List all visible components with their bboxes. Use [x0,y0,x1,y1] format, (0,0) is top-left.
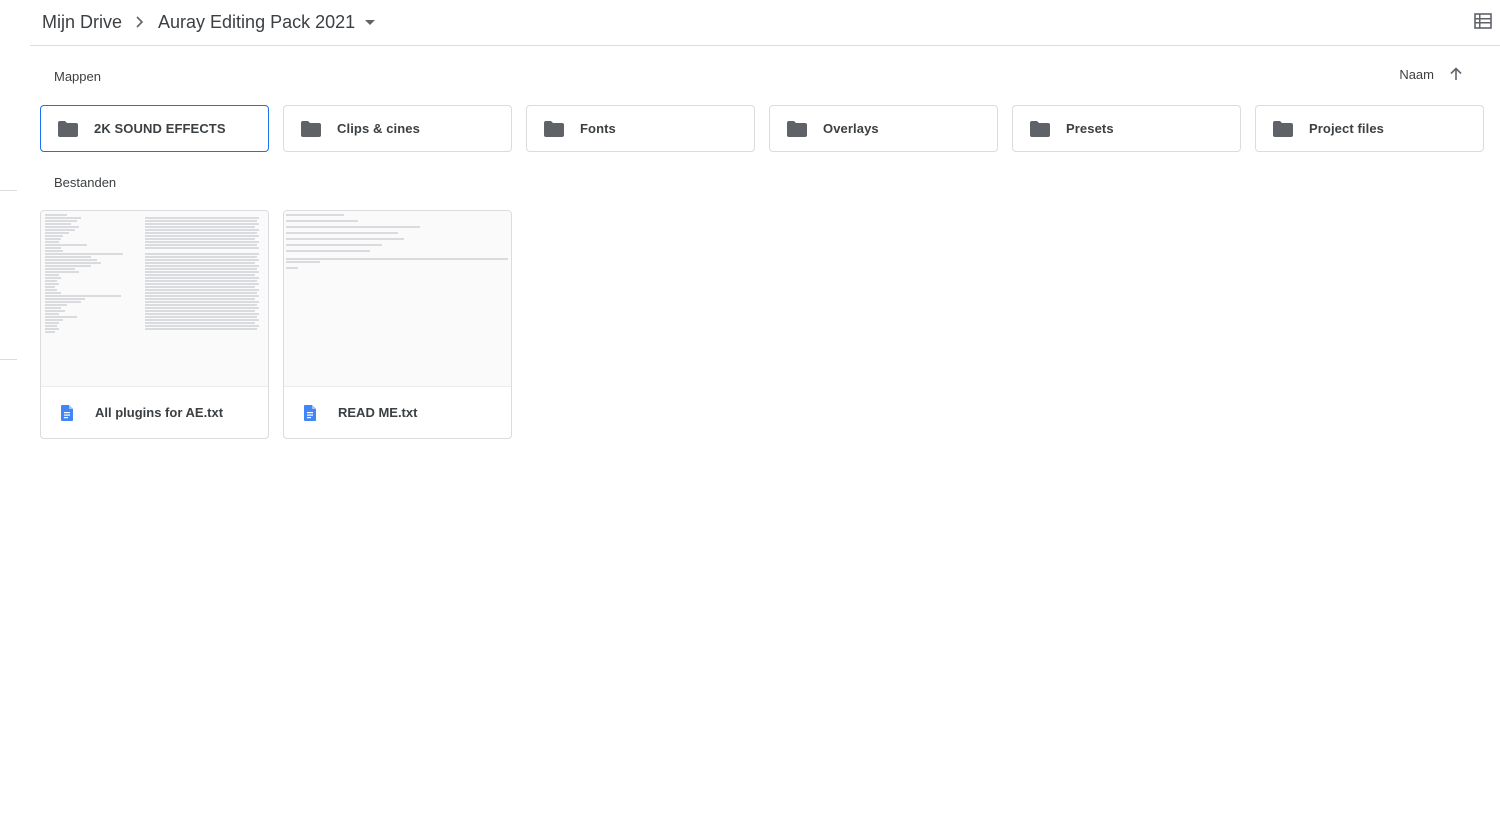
file-meta: READ ME.txt [284,387,511,438]
file-thumbnail [284,211,511,387]
folder-icon [544,120,564,137]
google-docs-icon [304,404,320,421]
left-divider-bottom [0,359,17,360]
file-card[interactable]: READ ME.txt [283,210,512,439]
caret-down-icon [365,19,376,25]
folder-name: Fonts [580,121,616,136]
arrow-up-icon[interactable] [1448,66,1464,82]
file-meta: All plugins for AE.txt [41,387,268,438]
folder-name: 2K SOUND EFFECTS [94,121,226,136]
left-divider-top [0,190,17,191]
file-name: READ ME.txt [338,405,418,420]
folders-section-title: Mappen [54,69,101,84]
file-grid: All plugins for AE.txt READ ME.txt [40,210,512,439]
breadcrumb-current-label: Auray Editing Pack 2021 [158,11,356,32]
folder-card[interactable]: 2K SOUND EFFECTS [40,105,269,152]
folder-name: Overlays [823,121,879,136]
file-thumbnail [41,211,268,387]
google-docs-icon [61,404,77,421]
folder-card[interactable]: Presets [1012,105,1241,152]
folder-icon [58,120,78,137]
sort-control[interactable]: Naam [1399,66,1464,82]
folder-icon [1030,120,1050,137]
folder-grid: 2K SOUND EFFECTS Clips & cines Fonts Ove… [40,105,1484,152]
folder-icon [1273,120,1293,137]
breadcrumb-root[interactable]: Mijn Drive [42,12,126,33]
folder-card[interactable]: Project files [1255,105,1484,152]
folder-icon [787,120,807,137]
folder-name: Project files [1309,121,1384,136]
folder-card[interactable]: Clips & cines [283,105,512,152]
folder-name: Presets [1066,121,1114,136]
list-view-icon[interactable] [1474,13,1494,33]
breadcrumb-current-folder[interactable]: Auray Editing Pack 2021 [154,11,376,33]
folder-card[interactable]: Overlays [769,105,998,152]
folder-icon [301,120,321,137]
file-name: All plugins for AE.txt [95,405,224,420]
folder-card[interactable]: Fonts [526,105,755,152]
chevron-right-icon [126,10,154,34]
files-section-title: Bestanden [54,175,117,190]
drive-header: Mijn Drive Auray Editing Pack 2021 [30,0,1500,46]
sort-label: Naam [1399,66,1434,82]
breadcrumb: Mijn Drive Auray Editing Pack 2021 [42,10,376,34]
folder-name: Clips & cines [337,121,420,136]
file-card[interactable]: All plugins for AE.txt [40,210,269,439]
